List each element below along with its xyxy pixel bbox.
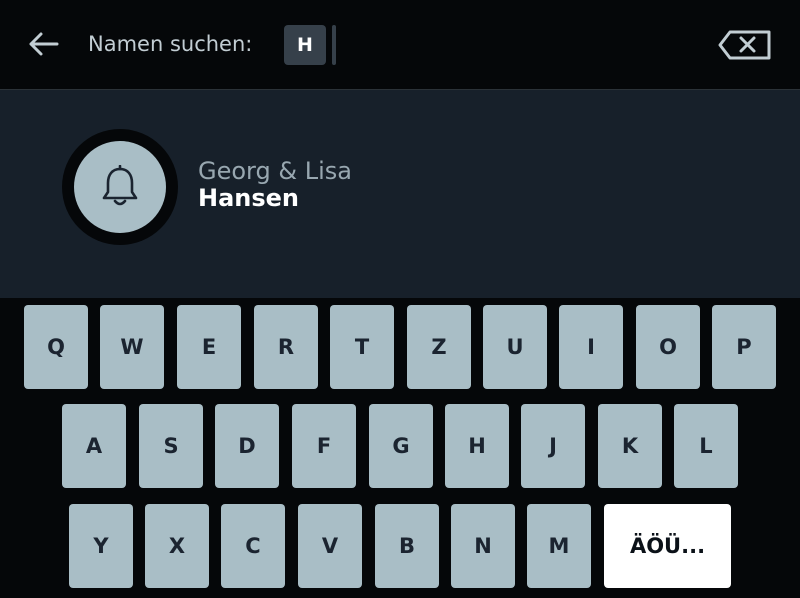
key-p[interactable]: P — [712, 305, 776, 389]
contact-first-names: Georg & Lisa — [198, 157, 352, 185]
key-u[interactable]: U — [483, 305, 547, 389]
key-x[interactable]: X — [145, 504, 209, 588]
key-w[interactable]: W — [100, 305, 164, 389]
key-umlauts[interactable]: ÄÖÜ... — [604, 504, 731, 588]
search-label: Namen suchen: — [88, 32, 253, 56]
key-e[interactable]: E — [177, 305, 241, 389]
key-s[interactable]: S — [139, 404, 203, 488]
key-q[interactable]: Q — [24, 305, 88, 389]
bell-icon — [102, 165, 138, 206]
key-o[interactable]: O — [636, 305, 700, 389]
key-t[interactable]: T — [330, 305, 394, 389]
key-z[interactable]: Z — [407, 305, 471, 389]
key-d[interactable]: D — [215, 404, 279, 488]
key-b[interactable]: B — [375, 504, 439, 588]
header-bar: Namen suchen: H — [0, 0, 800, 90]
search-input[interactable]: H — [284, 25, 326, 65]
backspace-icon — [718, 30, 771, 60]
avatar-circle — [74, 141, 166, 233]
key-c[interactable]: C — [221, 504, 285, 588]
key-m[interactable]: M — [527, 504, 591, 588]
key-i[interactable]: I — [559, 305, 623, 389]
text-cursor — [332, 25, 336, 65]
key-h[interactable]: H — [445, 404, 509, 488]
key-r[interactable]: R — [254, 305, 318, 389]
key-j[interactable]: J — [521, 404, 585, 488]
key-v[interactable]: V — [298, 504, 362, 588]
avatar — [62, 129, 178, 245]
key-y[interactable]: Y — [69, 504, 133, 588]
key-a[interactable]: A — [62, 404, 126, 488]
arrow-left-icon — [29, 32, 59, 56]
key-k[interactable]: K — [598, 404, 662, 488]
search-results: Georg & Lisa Hansen — [0, 90, 800, 298]
key-g[interactable]: G — [369, 404, 433, 488]
key-n[interactable]: N — [451, 504, 515, 588]
contact-entry[interactable]: Georg & Lisa Hansen — [62, 129, 382, 245]
clear-button[interactable] — [718, 30, 772, 60]
key-f[interactable]: F — [292, 404, 356, 488]
on-screen-keyboard: Q W E R T Z U I O P A S D F G H J K L Y … — [0, 298, 800, 598]
contact-last-name: Hansen — [198, 184, 300, 212]
back-button[interactable] — [26, 28, 62, 60]
key-l[interactable]: L — [674, 404, 738, 488]
